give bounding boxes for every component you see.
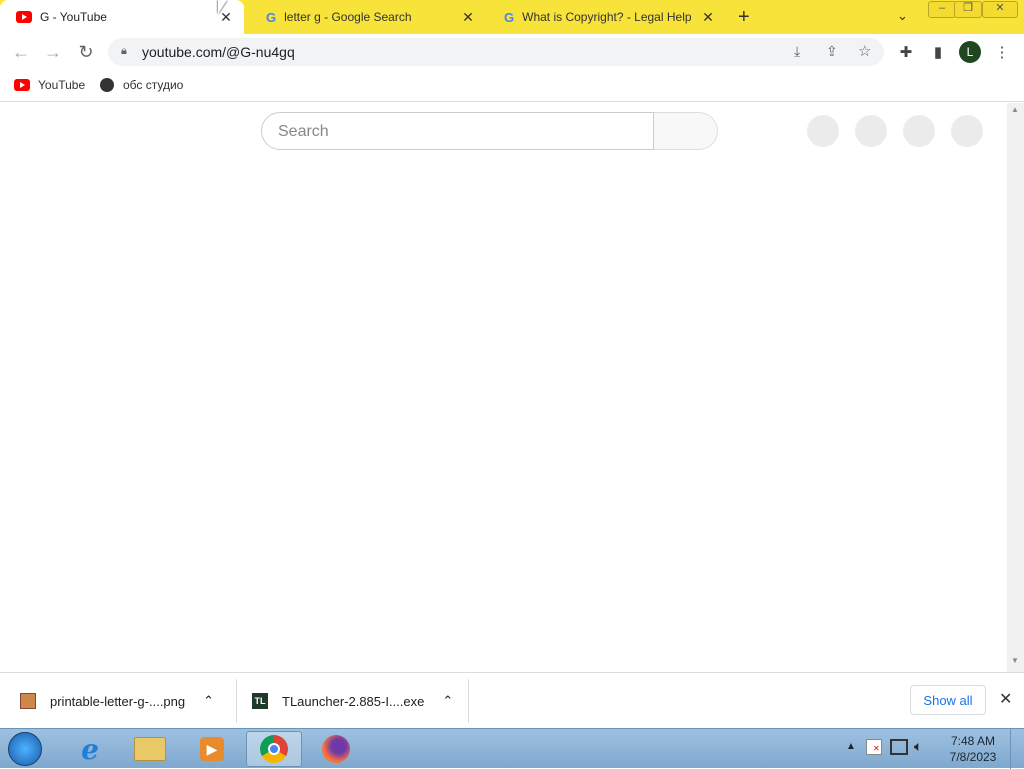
new-tab-button[interactable]: +: [738, 6, 750, 29]
url-text[interactable]: youtube.com/@G-nu4gq: [142, 44, 295, 60]
downloads-bar: printable-letter-g-....png ⌃ TL TLaunche…: [0, 672, 1024, 728]
bookmark-label: обс студио: [123, 78, 184, 92]
download-item[interactable]: TL TLauncher-2.885-I....exe ⌃: [252, 673, 453, 729]
show-desktop-button[interactable]: [1010, 729, 1024, 769]
clock-time: 7:48 AM: [950, 734, 996, 748]
taskbar-firefox[interactable]: [308, 731, 364, 767]
placeholder-circle: [951, 115, 983, 147]
tlauncher-icon: TL: [252, 693, 268, 709]
placeholder-circle: [855, 115, 887, 147]
taskbar-clock[interactable]: 7:48 AM 7/8/2023: [942, 733, 1004, 765]
scroll-down-icon[interactable]: ▼: [1011, 656, 1019, 665]
close-downloads-icon[interactable]: ✕: [999, 689, 1012, 709]
tab-youtube[interactable]: G - YouTube ✕: [0, 0, 244, 34]
browser-toolbar: ← → ↻ 🔒︎ youtube.com/@G-nu4gq ⤓ ⇪ ☆ ✚ ▮ …: [0, 34, 1024, 70]
tab-title: letter g - Google Search: [284, 10, 412, 24]
divider: [468, 679, 469, 723]
search-button[interactable]: [654, 112, 718, 150]
taskbar-chrome[interactable]: [246, 731, 302, 767]
volume-muted-icon[interactable]: 🔈︎: [914, 738, 922, 755]
bookmarks-bar: YouTube обс студио: [0, 70, 1024, 102]
bookmark-label: YouTube: [38, 78, 86, 92]
taskbar-explorer[interactable]: [122, 731, 178, 767]
windows-start-icon: [8, 732, 42, 766]
tab-copyright[interactable]: G What is Copyright? - Legal Help ✕: [488, 0, 726, 34]
extensions-icon[interactable]: ✚: [897, 43, 915, 61]
tab-search-icon[interactable]: ⌄: [897, 8, 908, 24]
mouse-cursor-icon: [218, 0, 227, 14]
action-center-icon[interactable]: ✕: [866, 739, 882, 755]
youtube-favicon-icon: [16, 11, 32, 23]
chevron-up-icon[interactable]: ⌃: [203, 693, 214, 709]
network-icon[interactable]: [890, 739, 908, 755]
minimize-button[interactable]: –: [928, 1, 956, 18]
download-filename: TLauncher-2.885-I....exe: [282, 693, 425, 709]
show-all-button[interactable]: Show all: [910, 685, 986, 715]
folder-icon: [134, 737, 166, 761]
side-panel-icon[interactable]: ▮: [929, 43, 947, 61]
firefox-icon: [322, 735, 350, 763]
bookmark-star-icon[interactable]: ☆: [858, 42, 871, 60]
profile-avatar[interactable]: L: [959, 41, 981, 63]
image-file-icon: [20, 693, 36, 709]
taskbar-internet-explorer[interactable]: e: [62, 731, 118, 767]
chevron-up-icon[interactable]: ⌃: [442, 693, 453, 709]
internet-explorer-icon: e: [81, 732, 99, 766]
obs-studio-icon: [100, 78, 114, 92]
tab-title: G - YouTube: [40, 10, 107, 24]
restore-button[interactable]: ❐: [954, 1, 982, 18]
close-tab-icon[interactable]: ✕: [460, 9, 476, 26]
share-icon[interactable]: ⇪: [826, 43, 838, 60]
taskbar-media-player[interactable]: ▶: [184, 731, 240, 767]
download-filename: printable-letter-g-....png: [50, 693, 186, 709]
placeholder-circle: [807, 115, 839, 147]
forward-button[interactable]: →: [42, 41, 64, 63]
taskbar: e ▶ ▲ ✕ 🔈︎ 7:48 AM 7/8/2023: [0, 728, 1024, 769]
tab-strip: G - YouTube ✕ G letter g - Google Search…: [0, 0, 1024, 34]
google-favicon-icon: G: [266, 9, 277, 25]
start-button[interactable]: [0, 731, 50, 767]
download-item[interactable]: printable-letter-g-....png ⌃: [20, 673, 214, 729]
search-input[interactable]: Search: [261, 112, 654, 150]
search-placeholder: Search: [278, 123, 329, 140]
reload-button[interactable]: ↻: [75, 41, 97, 63]
vertical-scrollbar[interactable]: ▲ ▼: [1007, 103, 1024, 672]
youtube-favicon-icon: [14, 79, 30, 91]
show-hidden-icons[interactable]: ▲: [846, 741, 856, 752]
media-player-icon: ▶: [200, 737, 224, 761]
close-window-button[interactable]: ✕: [982, 1, 1018, 18]
divider: [236, 679, 237, 723]
placeholder-circle: [903, 115, 935, 147]
tab-title: What is Copyright? - Legal Help: [522, 10, 692, 24]
back-button[interactable]: ←: [10, 41, 32, 63]
page-content: Search: [0, 103, 1007, 672]
clock-date: 7/8/2023: [949, 750, 997, 764]
close-tab-icon[interactable]: ✕: [700, 9, 716, 26]
install-icon[interactable]: ⤓: [794, 43, 800, 60]
bookmark-youtube[interactable]: YouTube: [14, 78, 85, 92]
lock-icon[interactable]: 🔒︎: [121, 45, 127, 58]
bookmark-obs-studio[interactable]: обс студио: [100, 78, 183, 92]
address-bar[interactable]: 🔒︎ youtube.com/@G-nu4gq ⤓ ⇪ ☆: [108, 38, 884, 66]
chrome-icon: [260, 735, 288, 763]
google-favicon-icon: G: [504, 9, 515, 25]
tab-google-search[interactable]: G letter g - Google Search ✕: [250, 0, 486, 34]
menu-icon[interactable]: ⋮: [993, 43, 1011, 61]
scroll-up-icon[interactable]: ▲: [1011, 105, 1019, 114]
